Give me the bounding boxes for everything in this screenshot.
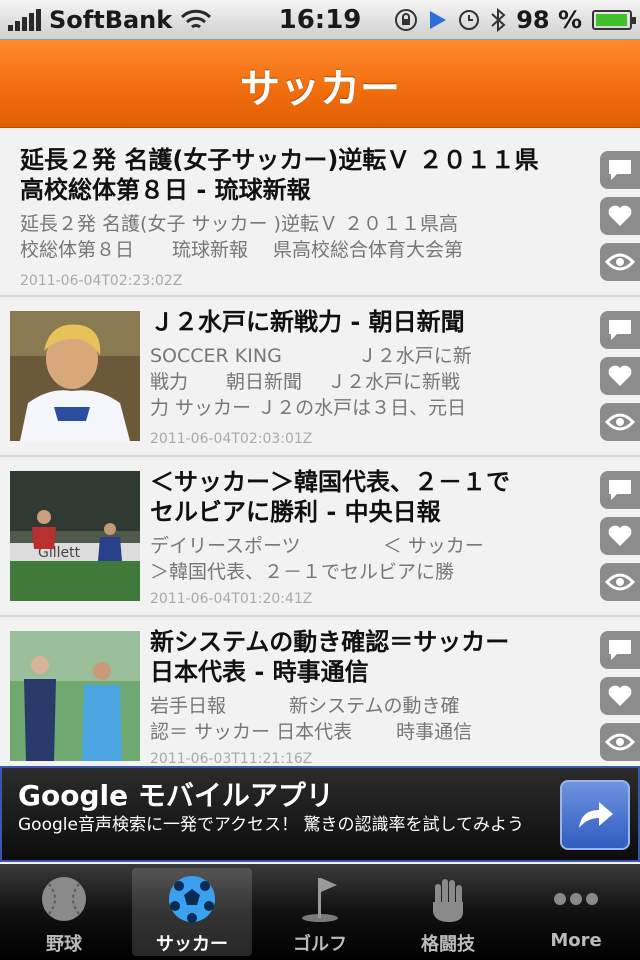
- comment-icon: [609, 640, 631, 660]
- tab-baseball[interactable]: 野球: [4, 868, 124, 956]
- golf-flag-icon: [302, 878, 338, 922]
- news-item-snippet: SOCCER KING Ｊ２水戸に新 戦力 朝日新聞 Ｊ２水戸に新戦 力 サッカ…: [150, 345, 472, 419]
- comment-button[interactable]: [600, 471, 640, 509]
- comment-icon: [609, 320, 631, 340]
- heart-icon: [608, 365, 632, 386]
- ad-banner[interactable]: Google モバイルアプリ Google音声検索に一発でアクセス！ 驚きの認識…: [0, 766, 640, 862]
- tab-more[interactable]: More: [516, 868, 636, 956]
- news-item-title: 延長２発 名護(女子サッカー)逆転Ｖ ２０１１県 高校総体第８日 - 琉球新報: [20, 146, 539, 204]
- news-item[interactable]: Gillett ＜サッカー＞韓国代表、２－１で セルビアに勝利 - 中央日報 デ…: [0, 457, 640, 617]
- news-list[interactable]: 延長２発 名護(女子サッカー)逆転Ｖ ２０１１県 高校総体第８日 - 琉球新報 …: [0, 129, 640, 765]
- navigation-bar: サッカー: [0, 40, 640, 128]
- favorite-button[interactable]: [600, 197, 640, 235]
- news-item-title: 新システムの動き確認＝サッカー 日本代表 - 時事通信: [150, 628, 510, 686]
- news-thumbnail: Gillett: [10, 471, 140, 601]
- hand-icon: [433, 879, 463, 922]
- baseball-icon: [42, 877, 86, 921]
- play-icon: [430, 11, 447, 29]
- tab-label: サッカー: [156, 934, 228, 955]
- view-button[interactable]: [600, 723, 640, 761]
- tab-soccer[interactable]: サッカー: [132, 868, 252, 956]
- battery-icon: [592, 10, 636, 30]
- bluetooth-icon: [491, 8, 506, 32]
- page-title: サッカー: [240, 66, 400, 112]
- status-bar: SoftBank 16:19 98 %: [0, 0, 640, 40]
- tab-label: 格闘技: [421, 934, 475, 955]
- alarm-icon: [459, 10, 480, 30]
- news-item-date: 2011-06-04T01:20:41Z: [150, 591, 313, 607]
- news-thumbnail: [10, 631, 140, 761]
- more-dots-icon: [554, 893, 598, 905]
- favorite-button[interactable]: [600, 357, 640, 395]
- news-thumbnail: [10, 311, 140, 441]
- eye-icon: [605, 413, 635, 431]
- ad-subtitle: Google音声検索に一発でアクセス！ 驚きの認識率を試してみよう: [18, 815, 524, 835]
- status-right: 98 %: [394, 6, 636, 34]
- view-button[interactable]: [600, 563, 640, 601]
- comment-button[interactable]: [600, 151, 640, 189]
- comment-icon: [609, 160, 631, 180]
- news-item[interactable]: 延長２発 名護(女子サッカー)逆転Ｖ ２０１１県 高校総体第８日 - 琉球新報 …: [0, 129, 640, 297]
- news-item-date: 2011-06-03T11:21:16Z: [150, 751, 313, 765]
- news-item-date: 2011-06-04T02:03:01Z: [150, 431, 313, 447]
- eye-icon: [605, 253, 635, 271]
- heart-icon: [608, 205, 632, 226]
- news-item-snippet: 岩手日報 新システムの動き確 認＝ サッカー 日本代表 時事通信: [150, 695, 473, 743]
- ad-open-button[interactable]: [560, 780, 630, 850]
- view-button[interactable]: [600, 243, 640, 281]
- battery-percent: 98 %: [516, 6, 582, 34]
- news-item-title: ＜サッカー＞韓国代表、２－１で セルビアに勝利 - 中央日報: [150, 468, 510, 526]
- eye-icon: [605, 733, 635, 751]
- comment-button[interactable]: [600, 311, 640, 349]
- heart-icon: [608, 525, 632, 546]
- share-arrow-icon: [579, 802, 613, 828]
- tab-label: 野球: [46, 934, 82, 955]
- favorite-button[interactable]: [600, 677, 640, 715]
- rotation-lock-icon: [395, 9, 418, 31]
- tab-label: ゴルフ: [293, 934, 347, 955]
- view-button[interactable]: [600, 403, 640, 441]
- tab-label: More: [550, 930, 602, 951]
- news-item-snippet: 延長２発 名護(女子 サッカー )逆転Ｖ ２０１１県高 校総体第８日 琉球新報 …: [20, 213, 464, 261]
- news-item[interactable]: 新システムの動き確認＝サッカー 日本代表 - 時事通信 岩手日報 新システムの動…: [0, 617, 640, 765]
- comment-icon: [609, 480, 631, 500]
- news-item[interactable]: Ｊ２水戸に新戦力 - 朝日新聞 SOCCER KING Ｊ２水戸に新 戦力 朝日…: [0, 297, 640, 457]
- tab-bar: 野球 サッカー ゴルフ 格闘技 More: [0, 864, 640, 960]
- tab-golf[interactable]: ゴルフ: [260, 868, 380, 956]
- comment-button[interactable]: [600, 631, 640, 669]
- soccer-ball-icon: [169, 876, 215, 923]
- news-item-snippet: デイリースポーツ ＜ サッカー ＞韓国代表、２－１でセルビアに勝: [150, 535, 484, 583]
- news-item-date: 2011-06-04T02:23:02Z: [20, 273, 183, 289]
- heart-icon: [608, 685, 632, 706]
- news-item-title: Ｊ２水戸に新戦力 - 朝日新聞: [150, 308, 465, 336]
- eye-icon: [605, 573, 635, 591]
- tab-martial-arts[interactable]: 格闘技: [388, 868, 508, 956]
- favorite-button[interactable]: [600, 517, 640, 555]
- ad-title: Google モバイルアプリ: [18, 779, 334, 812]
